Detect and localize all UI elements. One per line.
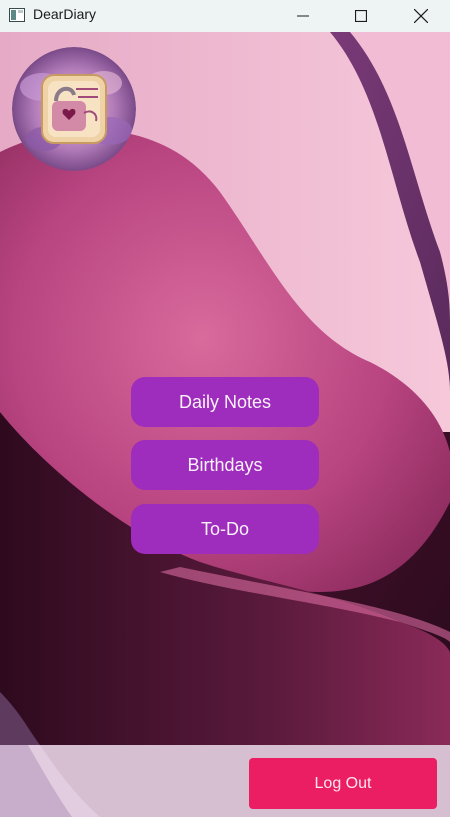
maximize-button[interactable] [332,0,390,32]
close-icon [414,9,428,23]
minimize-icon [297,15,309,17]
maximize-icon [355,10,367,22]
close-button[interactable] [392,0,450,32]
daily-notes-button[interactable]: Daily Notes [131,377,319,427]
main-content: Daily Notes Birthdays To-Do [0,32,450,745]
logout-button[interactable]: Log Out [249,758,437,809]
app-logo [12,47,136,171]
window-title: DearDiary [33,6,97,22]
app-icon [9,8,25,22]
footer-decoration [0,745,100,817]
diary-lock-logo-icon [12,47,136,171]
todo-button[interactable]: To-Do [131,504,319,554]
title-bar: DearDiary [0,0,450,32]
minimize-button[interactable] [274,0,332,32]
footer-bar: Log Out [0,745,450,817]
birthdays-button[interactable]: Birthdays [131,440,319,490]
